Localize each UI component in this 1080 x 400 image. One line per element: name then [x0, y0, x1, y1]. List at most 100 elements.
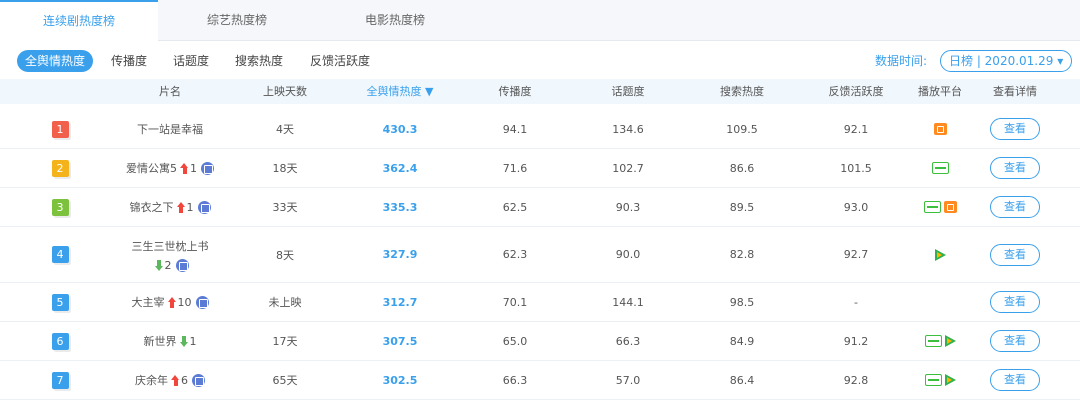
view-details-button[interactable]: 查看	[990, 330, 1040, 352]
overall-heat-value: 362.4	[382, 161, 418, 175]
platform-cell	[900, 227, 980, 282]
filter-feedback[interactable]: 反馈活跃度	[310, 50, 370, 72]
platform-cell	[900, 110, 980, 148]
title-line: 爱情公寓5 1	[126, 160, 214, 176]
overall-heat-value: 302.5	[382, 373, 418, 387]
tencent-icon[interactable]	[944, 374, 956, 386]
mgtv-icon[interactable]	[933, 123, 947, 135]
view-cell: 查看	[975, 361, 1055, 399]
search-heat-value: 82.8	[729, 248, 755, 261]
iqiyi-icon[interactable]	[924, 374, 942, 386]
title-line: 庆余年 6	[135, 372, 205, 388]
spread-value: 70.1	[502, 295, 528, 309]
show-title: 爱情公寓5	[126, 162, 177, 175]
show-title: 庆余年	[135, 374, 168, 387]
rank-badge: 6	[51, 332, 69, 350]
tencent-icon[interactable]	[944, 335, 956, 347]
view-cell: 查看	[975, 110, 1055, 148]
title-wrap: 锦衣之下 1	[130, 199, 211, 215]
topic-value: 90.0	[615, 248, 641, 261]
title-cell[interactable]: 新世界 1	[110, 322, 230, 360]
view-details-button[interactable]: 查看	[990, 157, 1040, 179]
date-selector[interactable]: 日榜 | 2020.01.29 ▾	[940, 50, 1073, 72]
platform-list	[923, 201, 957, 213]
iqiyi-icon[interactable]	[931, 162, 949, 174]
tab-drama-ranking[interactable]: 连续剧热度榜	[0, 0, 158, 42]
title-wrap: 爱情公寓5 1	[126, 160, 214, 176]
feedback-value: 101.5	[840, 161, 872, 175]
feedback-value: -	[854, 295, 858, 309]
release-days: 17天	[272, 335, 298, 348]
col-details: 查看详情	[993, 85, 1037, 98]
view-details-button[interactable]: 查看	[990, 118, 1040, 140]
platform-cell	[900, 149, 980, 187]
tencent-icon[interactable]	[934, 248, 946, 261]
platform-list	[931, 162, 949, 174]
rank-change-value: 1	[186, 200, 194, 214]
spread-value: 66.3	[502, 373, 528, 387]
view-details-button[interactable]: 查看	[990, 243, 1040, 266]
tab-variety-ranking[interactable]: 综艺热度榜	[158, 0, 316, 41]
title-cell[interactable]: 爱情公寓5 1	[110, 149, 230, 187]
filter-search-heat[interactable]: 搜索热度	[235, 50, 283, 72]
platform-list	[924, 335, 956, 347]
show-title: 三生三世枕上书	[131, 239, 209, 253]
overall-heat-value: 430.3	[382, 122, 418, 136]
iqiyi-icon[interactable]	[924, 335, 942, 347]
title-line: 锦衣之下 1	[130, 199, 211, 215]
overall-heat-value: 335.3	[382, 200, 418, 214]
release-days: 未上映	[268, 296, 302, 309]
table-header: 片名 上映天数 全舆情热度 ▼ 传播度 话题度 搜索热度 反馈活跃度 播放平台 …	[0, 79, 1080, 104]
rank-up-icon	[171, 374, 180, 386]
title-cell[interactable]: 庆余年 6	[110, 361, 230, 399]
rank-badge: 5	[51, 293, 69, 311]
rank-up-icon	[180, 162, 189, 174]
filter-spread[interactable]: 传播度	[111, 50, 147, 72]
title-cell[interactable]: 下一站是幸福	[110, 110, 230, 148]
title-cell[interactable]: 锦衣之下 1	[110, 188, 230, 226]
overall-heat-value: 307.5	[382, 334, 418, 348]
view-details-button[interactable]: 查看	[990, 196, 1040, 218]
new-entry-icon	[197, 200, 211, 214]
col-spread[interactable]: 传播度	[475, 79, 555, 104]
iqiyi-icon[interactable]	[923, 201, 941, 213]
filter-overall-heat[interactable]: 全舆情热度	[17, 50, 94, 72]
mgtv-icon[interactable]	[943, 201, 957, 213]
col-overall-heat[interactable]: 全舆情热度 ▼	[350, 79, 450, 104]
title-line: 三生三世枕上书	[132, 238, 209, 254]
tab-movie-ranking[interactable]: 电影热度榜	[316, 0, 474, 41]
overall-heat-value: 327.9	[382, 248, 418, 261]
platform-cell	[900, 361, 980, 399]
spread-value: 62.3	[502, 248, 528, 261]
rank-cell: 4	[40, 227, 80, 282]
view-cell: 查看	[975, 283, 1055, 321]
col-topic[interactable]: 话题度	[588, 79, 668, 104]
view-cell: 查看	[975, 188, 1055, 226]
new-entry-icon	[192, 373, 205, 387]
rank-cell: 2	[40, 149, 80, 187]
search-heat-value: 86.6	[729, 161, 755, 175]
topic-value: 66.3	[615, 334, 641, 348]
col-search-heat[interactable]: 搜索热度	[702, 79, 782, 104]
title-cell[interactable]: 大主宰 10	[110, 283, 230, 321]
platform-cell	[900, 322, 980, 360]
title-wrap: 下一站是幸福	[137, 121, 203, 137]
rank-cell: 1	[40, 110, 80, 148]
col-feedback[interactable]: 反馈活跃度	[816, 79, 896, 104]
rank-change-value: 1	[190, 161, 197, 175]
view-details-button[interactable]: 查看	[990, 291, 1040, 313]
view-details-button[interactable]: 查看	[990, 369, 1040, 391]
col-days[interactable]: 上映天数	[245, 79, 325, 104]
platform-cell	[900, 188, 980, 226]
topic-value: 90.3	[615, 200, 641, 214]
table-row: 5 大主宰 10 未上映 312.7 70.1 144.1 98.5 - 查看	[0, 283, 1080, 322]
title-cell[interactable]: 三生三世枕上书 2	[110, 227, 230, 282]
rank-change-value: 6	[181, 373, 188, 387]
release-days: 8天	[276, 248, 294, 262]
search-heat-value: 89.5	[729, 200, 755, 214]
topic-value: 134.6	[612, 122, 644, 136]
filter-topic[interactable]: 话题度	[173, 50, 209, 72]
top-tab-bar: 连续剧热度榜 综艺热度榜 电影热度榜	[0, 0, 1080, 42]
topic-value: 144.1	[612, 295, 644, 309]
rank-change-value: 10	[177, 295, 192, 309]
